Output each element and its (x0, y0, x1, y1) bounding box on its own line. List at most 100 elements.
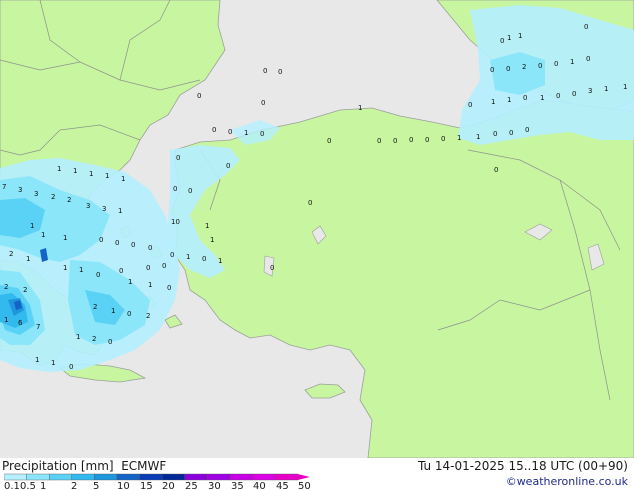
legend-label-5: 10 (117, 481, 130, 490)
point-value-76: 1 (63, 264, 67, 272)
point-value-62: 1 (205, 222, 209, 230)
point-value-53: 2 (67, 196, 71, 204)
point-value-61: 1 (30, 222, 34, 230)
point-value-1: 1 (507, 34, 511, 42)
point-value-13: 0 (197, 92, 201, 100)
point-value-17: 1 (507, 96, 511, 104)
legend-swatch-9 (207, 473, 231, 481)
point-value-96: 2 (92, 335, 96, 343)
point-value-55: 3 (102, 205, 106, 213)
point-value-10: 0 (554, 60, 558, 68)
point-value-11: 1 (570, 58, 574, 66)
legend-swatch-3 (71, 473, 95, 481)
point-value-63: 1 (41, 231, 45, 239)
point-value-93: 6 (18, 319, 23, 327)
legend-swatch-12 (275, 473, 299, 481)
credit-link[interactable]: ©weatheronline.co.uk (506, 475, 628, 488)
legend-label-1: 0.5 (20, 481, 36, 490)
point-value-8: 2 (522, 63, 526, 71)
point-value-9: 0 (538, 62, 542, 70)
point-value-73: 1 (186, 253, 190, 261)
legend-label-12: 45 (276, 481, 289, 490)
legend-label-11: 40 (253, 481, 266, 490)
point-value-5: 0 (278, 68, 282, 76)
legend-swatch-7 (161, 473, 185, 481)
point-value-99: 1 (51, 359, 55, 367)
point-value-64: 1 (63, 234, 67, 242)
point-value-80: 0 (162, 262, 166, 270)
point-value-14: 0 (261, 99, 265, 107)
point-value-86: 0 (167, 284, 171, 292)
precipitation-legend: 0.1 0.5 1 2 5 10 15 20 25 30 35 40 45 50 (4, 473, 311, 490)
point-value-79: 0 (146, 264, 150, 272)
point-value-32: 0 (393, 137, 397, 145)
point-value-91: 2 (146, 312, 150, 320)
point-value-69: 1 (210, 236, 214, 244)
point-value-77: 1 (79, 266, 83, 274)
point-value-30: 0 (327, 137, 331, 145)
legend-swatch-0 (4, 473, 27, 481)
point-value-81: 0 (270, 264, 274, 272)
legend-color-bar (4, 473, 310, 481)
legend-arrow (297, 474, 310, 480)
point-value-49: 7 (2, 183, 6, 191)
legend-swatch-6 (139, 473, 163, 481)
point-value-33: 0 (409, 136, 413, 144)
point-value-95: 1 (76, 333, 80, 341)
point-value-0: 0 (500, 37, 504, 45)
point-value-23: 1 (604, 85, 608, 93)
point-value-58: 0 (188, 187, 192, 195)
point-value-94: 7 (36, 323, 40, 331)
point-value-42: 0 (226, 162, 230, 170)
legend-label-0: 0.1 (4, 481, 20, 490)
point-value-75: 1 (218, 257, 222, 265)
legend-label-2: 1 (40, 481, 46, 490)
legend-label-4: 5 (93, 481, 99, 490)
point-value-60: 10 (171, 218, 180, 226)
legend-swatch-11 (252, 473, 276, 481)
point-value-6: 0 (490, 66, 494, 74)
legend-label-6: 15 (140, 481, 153, 490)
point-value-18: 0 (523, 94, 527, 102)
point-value-72: 0 (170, 251, 174, 259)
legend-label-7: 20 (162, 481, 175, 490)
model-name: ECMWF (121, 459, 167, 473)
point-value-34: 0 (425, 136, 429, 144)
point-value-88: 2 (93, 303, 97, 311)
point-value-48: 1 (121, 175, 125, 183)
point-value-36: 1 (457, 134, 461, 142)
legend-label-3: 2 (71, 481, 77, 490)
point-value-39: 0 (509, 129, 513, 137)
point-value-67: 0 (131, 241, 135, 249)
legend-swatch-4 (94, 473, 118, 481)
legend-swatch-1 (26, 473, 50, 481)
point-value-65: 0 (99, 236, 103, 244)
point-value-54: 3 (86, 202, 90, 210)
point-value-92: 1 (4, 316, 8, 324)
legend-swatch-10 (229, 473, 253, 481)
point-value-3: 0 (584, 23, 588, 31)
point-value-40: 0 (525, 126, 529, 134)
legend-swatch-8 (184, 473, 208, 481)
point-value-51: 3 (34, 190, 38, 198)
point-value-31: 0 (377, 137, 381, 145)
point-value-47: 1 (105, 172, 109, 180)
point-value-28: 1 (244, 129, 248, 137)
point-value-37: 1 (476, 133, 480, 141)
point-value-19: 1 (540, 94, 544, 102)
legend-swatch-5 (116, 473, 140, 481)
point-value-7: 0 (506, 65, 510, 73)
legend-swatch-2 (49, 473, 73, 481)
point-value-82: 0 (96, 271, 100, 279)
map-title: Precipitation [mm] ECMWF (2, 459, 166, 473)
point-value-89: 1 (111, 307, 115, 315)
precipitation-map[interactable]: 0 1 100 0 0 0 2 0 0 1 000 0 1 1 0 1 0 0 3 1 110 0 1 00 0 0 0 0 0 1 1 0 0… (0, 0, 634, 458)
point-value-98: 1 (35, 356, 39, 364)
point-value-24: 1 (623, 83, 627, 91)
map-page: 0110000020010000110100311100100000001100… (0, 0, 634, 490)
point-value-2: 1 (518, 32, 522, 40)
point-value-44: 1 (57, 165, 61, 173)
point-value-12: 0 (586, 55, 590, 63)
footer: Precipitation [mm] ECMWF Tu 14-01-2025 1… (0, 458, 634, 490)
point-value-16: 1 (491, 98, 495, 106)
